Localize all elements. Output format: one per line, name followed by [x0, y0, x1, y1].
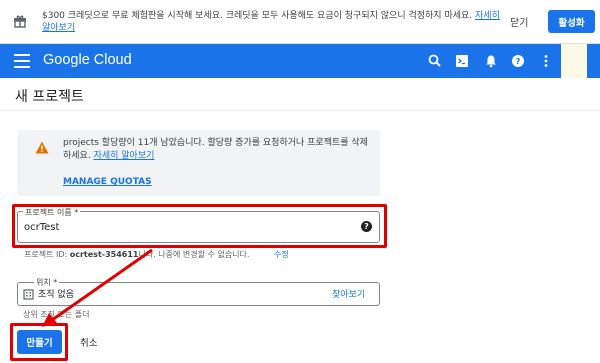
quota-notice-text: projects 할당량이 11개 남았습니다. 할당량 증가를 요청하거나 프…	[63, 137, 373, 163]
free-trial-message: $300 크레딧으로 무료 체험판을 시작해 보세요. 크레딧을 모두 사용해도…	[42, 11, 473, 21]
dismiss-button[interactable]: 닫기	[510, 14, 528, 29]
account-avatar[interactable]	[561, 44, 587, 78]
warning-icon	[35, 141, 49, 154]
project-id-value: ocrtest-354611	[69, 250, 139, 259]
create-button-annotation-box	[10, 323, 68, 361]
hamburger-menu-icon[interactable]	[14, 54, 30, 68]
new-project-page: $300 크레딧으로 무료 체험판을 시작해 보세요. 크레딧을 모두 사용해도…	[0, 0, 600, 363]
project-id-suffix: 니다. 나중에 변경할 수 없습니다.	[138, 250, 250, 259]
search-icon[interactable]	[427, 53, 443, 69]
more-vert-icon[interactable]	[538, 53, 554, 69]
project-id-text: 프로젝트 ID: ocrtest-354611니다. 나중에 변경할 수 없습니…	[24, 249, 249, 260]
free-trial-text: $300 크레딧으로 무료 체험판을 시작해 보세요. 크레딧을 모두 사용해도…	[42, 10, 502, 34]
location-value: 조직 없음	[38, 290, 74, 300]
project-id-prefix: 프로젝트 ID:	[24, 250, 70, 259]
title-divider	[0, 110, 600, 111]
svg-text:?: ?	[516, 57, 521, 66]
activate-button[interactable]: 활성화	[548, 10, 595, 33]
project-name-annotation-box	[12, 204, 387, 248]
quota-notice: projects 할당량이 11개 남았습니다. 할당량 증가를 요청하거나 프…	[17, 130, 380, 196]
help-icon[interactable]: ?	[510, 53, 526, 69]
top-app-bar: Google Cloud ?	[0, 44, 600, 78]
terminal-icon[interactable]	[454, 53, 470, 69]
gift-icon	[14, 15, 26, 28]
location-help-text: 상위 조직 또는 폴더	[23, 310, 90, 319]
free-trial-banner: $300 크레딧으로 무료 체험판을 시작해 보세요. 크레딧을 모두 사용해도…	[0, 0, 600, 44]
quota-learn-more-link[interactable]: 자세히 알아보기	[94, 151, 155, 161]
browse-button[interactable]: 찾아보기	[332, 287, 365, 300]
building-icon	[23, 289, 34, 300]
google-cloud-logo[interactable]: Google Cloud	[43, 52, 132, 68]
bell-icon[interactable]	[483, 53, 499, 69]
cancel-button[interactable]: 취소	[80, 335, 97, 349]
manage-quotas-link[interactable]: MANAGE QUOTAS	[63, 177, 152, 187]
edit-project-id-link[interactable]: 수정	[274, 249, 289, 260]
page-title: 새 프로젝트	[15, 89, 84, 105]
